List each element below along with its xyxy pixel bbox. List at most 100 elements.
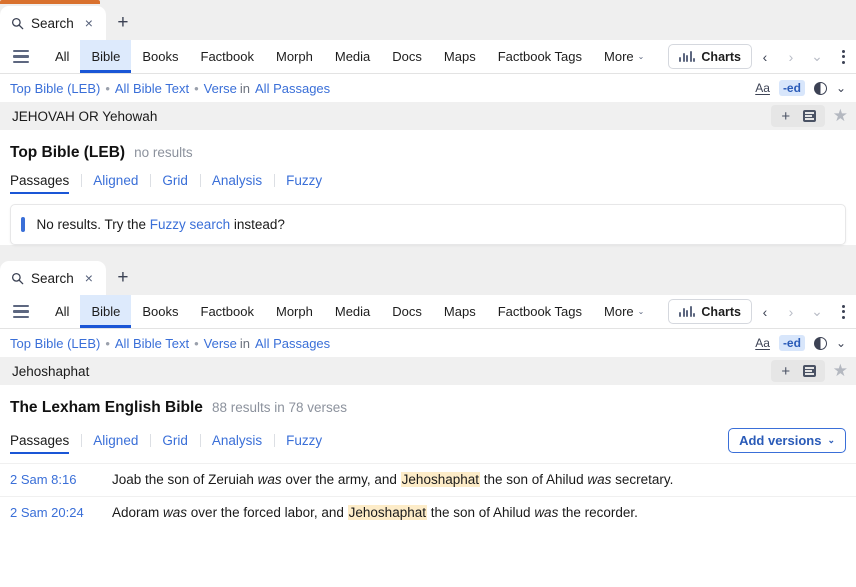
add-icon[interactable]: + (775, 106, 797, 126)
verse-italic: was (163, 505, 188, 521)
breadcrumb-separator: • (194, 80, 199, 96)
half-moon-icon[interactable] (813, 336, 827, 350)
nav-item-books[interactable]: Books (131, 40, 189, 73)
nav-item-bible[interactable]: Bible (80, 295, 132, 328)
tab-search[interactable]: Search × (0, 6, 106, 40)
nav-item-docs[interactable]: Docs (381, 40, 433, 73)
breadcrumb-top-bible[interactable]: Top Bible (LEB) (10, 81, 100, 96)
fuzzy-search-link[interactable]: Fuzzy search (150, 217, 230, 232)
favorite-star-icon[interactable]: ★ (833, 361, 848, 381)
favorite-star-icon[interactable]: ★ (833, 106, 848, 126)
new-tab-icon[interactable]: + (106, 6, 140, 40)
no-results-before: No results. Try the (36, 217, 150, 232)
font-size-button[interactable]: Aa (755, 336, 770, 350)
breadcrumb-top-bible[interactable]: Top Bible (LEB) (10, 336, 100, 351)
tab-strip: Search × + (0, 0, 856, 40)
nav-item-factbook-tags[interactable]: Factbook Tags (487, 295, 593, 328)
nav-item-factbook[interactable]: Factbook (190, 40, 265, 73)
nav-item-media[interactable]: Media (324, 40, 381, 73)
panel-divider (0, 245, 856, 255)
breadcrumb-verse[interactable]: Verse (204, 336, 237, 351)
font-size-button[interactable]: Aa (755, 81, 770, 95)
subtab-passages[interactable]: Passages (10, 173, 81, 195)
subtab-fuzzy[interactable]: Fuzzy (274, 173, 334, 194)
search-input-row[interactable]: JEHOVAH OR Yehowah + ★ (0, 102, 856, 130)
subtab-analysis[interactable]: Analysis (199, 433, 274, 454)
inflection-button[interactable]: -ed (778, 335, 805, 351)
subtab-grid[interactable]: Grid (150, 173, 200, 194)
breadcrumb-separator: • (105, 80, 110, 96)
search-input-row[interactable]: Jehoshaphat + ★ (0, 357, 856, 385)
close-icon[interactable]: × (81, 269, 97, 287)
chevron-down-icon: ⌄ (827, 435, 835, 445)
nav-item-morph[interactable]: Morph (265, 40, 324, 73)
results-count: no results (134, 145, 193, 160)
charts-button[interactable]: Charts (668, 44, 752, 69)
search-term-highlight: Jehoshaphat (400, 472, 480, 487)
history-chevron-icon[interactable]: ⌄ (804, 295, 830, 328)
app-window: Search × + All Bible Books Factbook Morp… (0, 0, 856, 587)
chevron-down-icon[interactable]: ⌄ (836, 336, 846, 350)
breadcrumb-all-bible-text[interactable]: All Bible Text (115, 336, 189, 351)
nav-item-all[interactable]: All (44, 295, 80, 328)
nav-item-bible[interactable]: Bible (80, 40, 132, 73)
tab-label: Search (31, 270, 74, 286)
nav-item-more[interactable]: More ⌄ (593, 40, 655, 73)
back-icon[interactable]: ‹ (752, 295, 778, 328)
half-moon-icon[interactable] (813, 81, 827, 95)
results-title: The Lexham English Bible (10, 399, 203, 416)
search-input[interactable]: Jehoshaphat (12, 364, 771, 379)
forward-icon[interactable]: › (778, 40, 804, 73)
subtab-aligned[interactable]: Aligned (81, 173, 150, 194)
search-input[interactable]: JEHOVAH OR Yehowah (12, 109, 771, 124)
search-panel-bottom: Search × + All Bible Books Factbook Morp… (0, 255, 856, 530)
subtab-fuzzy[interactable]: Fuzzy (274, 433, 334, 454)
nav-item-maps[interactable]: Maps (433, 295, 487, 328)
subtab-passages[interactable]: Passages (10, 433, 81, 455)
back-icon[interactable]: ‹ (752, 40, 778, 73)
hamburger-icon[interactable] (6, 40, 36, 73)
forward-icon[interactable]: › (778, 295, 804, 328)
close-icon[interactable]: × (81, 14, 97, 32)
nav-item-docs[interactable]: Docs (381, 295, 433, 328)
font-size-label: Aa (755, 336, 770, 350)
charts-button[interactable]: Charts (668, 299, 752, 324)
verse-reference[interactable]: 2 Sam 20:24 (10, 505, 112, 520)
nav-item-all[interactable]: All (44, 40, 80, 73)
nav-item-factbook[interactable]: Factbook (190, 295, 265, 328)
subtab-grid[interactable]: Grid (150, 433, 200, 454)
table-row[interactable]: 2 Sam 20:24 Adoram was over the forced la… (0, 496, 856, 529)
tab-search[interactable]: Search × (0, 261, 106, 295)
table-row[interactable]: 2 Sam 8:16 Joab the son of Zeruiah was ov… (0, 463, 856, 496)
subtab-analysis[interactable]: Analysis (199, 173, 274, 194)
more-vertical-icon[interactable] (830, 295, 856, 328)
chevron-down-icon[interactable]: ⌄ (836, 81, 846, 95)
verse-italic: was (587, 472, 612, 487)
hamburger-icon[interactable] (6, 295, 36, 328)
breadcrumb-scope[interactable]: All Passages (255, 81, 330, 96)
history-chevron-icon[interactable]: ⌄ (804, 40, 830, 73)
charts-button-label: Charts (701, 304, 741, 319)
list-icon[interactable] (799, 106, 821, 126)
subtab-aligned[interactable]: Aligned (81, 433, 150, 454)
inflection-button[interactable]: -ed (778, 80, 805, 96)
results-subtabs: Passages Aligned Grid Analysis Fuzzy Add… (0, 417, 856, 459)
nav-item-more[interactable]: More ⌄ (593, 295, 655, 328)
nav-item-morph[interactable]: Morph (265, 295, 324, 328)
nav-item-books[interactable]: Books (131, 295, 189, 328)
breadcrumb-scope[interactable]: All Passages (255, 336, 330, 351)
more-vertical-icon[interactable] (830, 40, 856, 73)
new-tab-icon[interactable]: + (106, 261, 140, 295)
nav-item-maps[interactable]: Maps (433, 40, 487, 73)
verse-reference[interactable]: 2 Sam 8:16 (10, 472, 112, 487)
breadcrumb-all-bible-text[interactable]: All Bible Text (115, 81, 189, 96)
verse-plain: Joab the son of Zeruiah (112, 472, 258, 487)
nav-item-factbook-tags[interactable]: Factbook Tags (487, 40, 593, 73)
breadcrumb-verse[interactable]: Verse (204, 81, 237, 96)
nav-item-media[interactable]: Media (324, 295, 381, 328)
list-icon[interactable] (799, 361, 821, 381)
add-versions-button[interactable]: Add versions ⌄ (728, 428, 846, 453)
add-icon[interactable]: + (775, 361, 797, 381)
verse-italic: was (534, 505, 559, 521)
